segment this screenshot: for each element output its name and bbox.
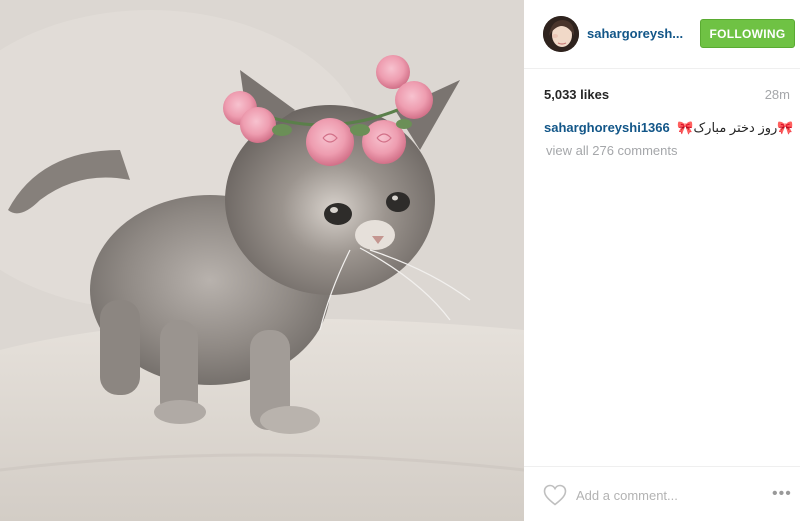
post-username[interactable]: sahargoreysh...	[587, 26, 683, 41]
post-header: sahargoreysh... FOLLOWING	[524, 0, 800, 69]
post-photo[interactable]	[0, 0, 524, 521]
likes-count[interactable]: 5,033 likes	[544, 87, 609, 102]
more-options-icon[interactable]: •••	[772, 486, 796, 502]
following-button[interactable]: FOLLOWING	[700, 19, 795, 48]
heart-icon[interactable]	[543, 484, 567, 506]
post-caption: saharghoreyshi1366 🎀روز دختر مبارک🎀	[544, 120, 793, 136]
post-details-panel: sahargoreysh... FOLLOWING 5,033 likes 28…	[524, 0, 800, 521]
ribbon-emoji-end: 🎀	[777, 120, 794, 135]
kitten-photo	[0, 0, 524, 521]
caption-username[interactable]: saharghoreyshi1366	[544, 120, 670, 135]
ribbon-emoji: 🎀	[677, 120, 694, 135]
caption-text: 🎀روز دختر مبارک🎀	[677, 120, 793, 135]
avatar-image	[543, 16, 579, 52]
add-comment-input[interactable]	[576, 484, 746, 506]
post-timestamp[interactable]: 28m	[765, 87, 790, 102]
post-footer: •••	[524, 466, 800, 522]
avatar[interactable]	[543, 16, 579, 52]
view-all-comments-link[interactable]: view all 276 comments	[546, 143, 678, 158]
caption-text-content: روز دختر مبارک	[693, 120, 778, 135]
